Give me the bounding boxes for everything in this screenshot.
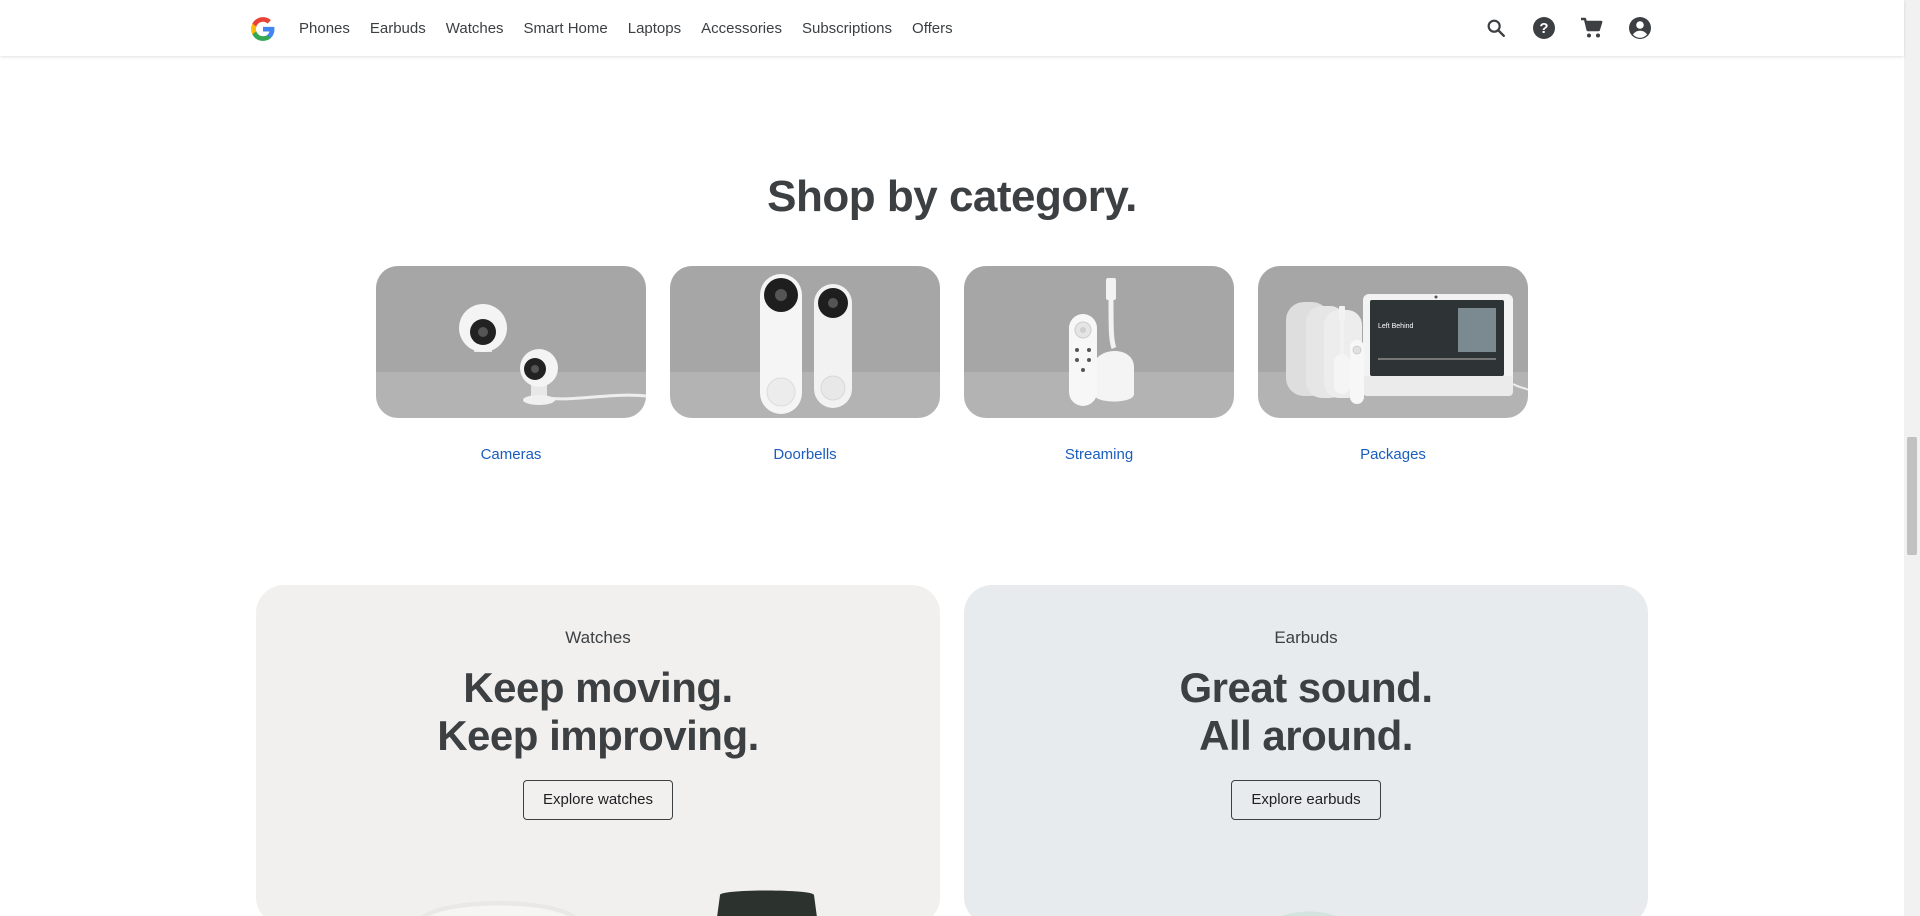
- section-title-shop-by-category: Shop by category.: [767, 172, 1137, 221]
- nav-accessories[interactable]: Accessories: [701, 20, 782, 37]
- category-packages[interactable]: Left Behind Packages: [1258, 266, 1528, 463]
- help-icon[interactable]: ?: [1530, 14, 1558, 42]
- earbuds-eyebrow: Earbuds: [1274, 628, 1338, 647]
- watches-promo-card: Watches Keep moving. Keep improving. Exp…: [256, 585, 940, 916]
- watches-headline-line-2: Keep improving.: [437, 712, 759, 759]
- category-label-packages[interactable]: Packages: [1360, 446, 1426, 463]
- nav-watches[interactable]: Watches: [446, 20, 504, 37]
- nav-phones[interactable]: Phones: [299, 20, 350, 37]
- category-label-cameras[interactable]: Cameras: [481, 446, 542, 463]
- packages-screen-text: Left Behind: [1378, 323, 1414, 330]
- scrollbar-thumb[interactable]: [1907, 437, 1917, 555]
- streaming-image[interactable]: [964, 266, 1234, 418]
- top-header: Phones Earbuds Watches Smart Home Laptop…: [0, 0, 1904, 56]
- explore-earbuds-button[interactable]: Explore earbuds: [1231, 780, 1381, 820]
- watches-headline: Keep moving. Keep improving.: [256, 664, 940, 760]
- header-actions: ?: [1482, 14, 1654, 42]
- cameras-image[interactable]: [376, 266, 646, 418]
- main-nav: Phones Earbuds Watches Smart Home Laptop…: [299, 0, 953, 56]
- earbuds-headline-line-1: Great sound.: [1179, 664, 1433, 711]
- nav-subscriptions[interactable]: Subscriptions: [802, 20, 892, 37]
- earbuds-product-image: [1282, 911, 1336, 916]
- category-cameras[interactable]: Cameras: [376, 266, 646, 463]
- doorbells-image[interactable]: [670, 266, 940, 418]
- search-icon[interactable]: [1482, 14, 1510, 42]
- cart-icon[interactable]: [1578, 14, 1606, 42]
- svg-text:?: ?: [1539, 20, 1548, 37]
- earbuds-headline: Great sound. All around.: [964, 664, 1648, 760]
- watches-product-image: [421, 890, 817, 916]
- watches-headline-line-1: Keep moving.: [463, 664, 733, 711]
- page-scrollbar[interactable]: [1904, 0, 1920, 916]
- category-list: Cameras Doorbells Streaming Left Behind …: [376, 266, 1528, 463]
- nav-smart-home[interactable]: Smart Home: [524, 20, 608, 37]
- nav-offers[interactable]: Offers: [912, 20, 953, 37]
- category-streaming[interactable]: Streaming: [964, 266, 1234, 463]
- explore-watches-button[interactable]: Explore watches: [522, 780, 674, 820]
- nav-laptops[interactable]: Laptops: [628, 20, 681, 37]
- google-logo[interactable]: [250, 16, 276, 42]
- earbuds-promo-card: Earbuds Great sound. All around. Explore…: [964, 585, 1648, 916]
- nav-earbuds[interactable]: Earbuds: [370, 20, 426, 37]
- packages-image[interactable]: Left Behind: [1258, 266, 1528, 418]
- account-icon[interactable]: [1626, 14, 1654, 42]
- category-doorbells[interactable]: Doorbells: [670, 266, 940, 463]
- category-label-doorbells[interactable]: Doorbells: [773, 446, 836, 463]
- earbuds-headline-line-2: All around.: [1199, 712, 1413, 759]
- category-label-streaming[interactable]: Streaming: [1065, 446, 1133, 463]
- watches-eyebrow: Watches: [565, 628, 631, 647]
